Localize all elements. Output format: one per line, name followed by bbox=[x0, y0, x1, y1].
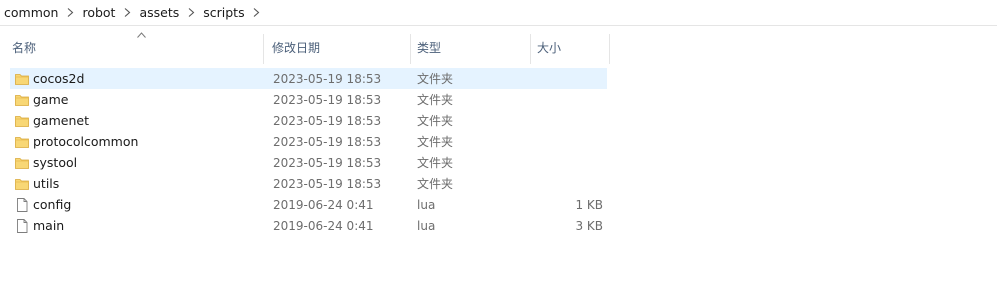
file-size bbox=[523, 131, 603, 152]
folder-icon bbox=[14, 134, 30, 150]
file-name-cell[interactable]: main bbox=[14, 215, 64, 236]
file-row[interactable]: cocos2d 2023-05-19 18:53 文件夹 bbox=[10, 68, 607, 89]
file-name-cell[interactable]: gamenet bbox=[14, 110, 89, 131]
file-date: 2023-05-19 18:53 bbox=[273, 176, 382, 191]
folder-icon bbox=[14, 92, 30, 108]
file-row[interactable]: utils 2023-05-19 18:53 文件夹 bbox=[10, 173, 607, 194]
breadcrumb-item-robot[interactable]: robot bbox=[82, 5, 139, 20]
column-header-label: 修改日期 bbox=[272, 40, 321, 55]
file-size bbox=[523, 89, 603, 110]
file-name: main bbox=[33, 218, 65, 233]
column-header-label: 类型 bbox=[417, 40, 442, 55]
file-size: 3 KB bbox=[575, 218, 603, 233]
column-header-row: 名称 修改日期 类型 大小 bbox=[0, 30, 997, 64]
file-row[interactable]: systool 2023-05-19 18:53 文件夹 bbox=[10, 152, 607, 173]
file-row[interactable]: protocolcommon 2023-05-19 18:53 文件夹 bbox=[10, 131, 607, 152]
file-row[interactable]: gamenet 2023-05-19 18:53 文件夹 bbox=[10, 110, 607, 131]
breadcrumb-label[interactable]: robot bbox=[82, 5, 115, 20]
file-size: 1 KB bbox=[575, 197, 603, 212]
column-header-label: 大小 bbox=[537, 40, 562, 55]
file-name: systool bbox=[33, 155, 78, 170]
file-date: 2023-05-19 18:53 bbox=[273, 71, 382, 86]
file-name: config bbox=[33, 197, 72, 212]
file-date: 2023-05-19 18:53 bbox=[273, 113, 382, 128]
file-name-cell[interactable]: cocos2d bbox=[14, 68, 84, 89]
file-name-cell[interactable]: systool bbox=[14, 152, 77, 173]
folder-icon bbox=[14, 71, 30, 87]
breadcrumb-item-common[interactable]: common bbox=[4, 5, 82, 20]
file-date: 2023-05-19 18:53 bbox=[273, 134, 382, 149]
file-type: 文件夹 bbox=[417, 72, 454, 86]
column-header-date[interactable]: 修改日期 bbox=[266, 30, 411, 64]
file-name: protocolcommon bbox=[33, 134, 139, 149]
file-size bbox=[523, 68, 603, 89]
chevron-right-icon[interactable] bbox=[58, 8, 82, 17]
file-size bbox=[523, 173, 603, 194]
file-name: cocos2d bbox=[33, 71, 85, 86]
file-name-cell[interactable]: game bbox=[14, 89, 68, 110]
file-name: gamenet bbox=[33, 113, 89, 128]
file-name-cell[interactable]: protocolcommon bbox=[14, 131, 138, 152]
file-size bbox=[523, 152, 603, 173]
file-icon bbox=[14, 197, 30, 213]
file-type: lua bbox=[417, 197, 436, 212]
file-date: 2023-05-19 18:53 bbox=[273, 92, 382, 107]
file-row[interactable]: game 2023-05-19 18:53 文件夹 bbox=[10, 89, 607, 110]
file-row[interactable]: main 2019-06-24 0:41 lua 3 KB bbox=[10, 215, 607, 236]
file-name-cell[interactable]: config bbox=[14, 194, 71, 215]
file-date: 2019-06-24 0:41 bbox=[273, 197, 374, 212]
folder-icon bbox=[14, 176, 30, 192]
file-type: 文件夹 bbox=[417, 156, 454, 170]
sort-ascending-icon bbox=[137, 32, 146, 38]
breadcrumb-label[interactable]: common bbox=[4, 5, 58, 20]
folder-icon bbox=[14, 155, 30, 171]
folder-icon bbox=[14, 113, 30, 129]
column-header-size[interactable]: 大小 bbox=[531, 30, 610, 64]
file-name: game bbox=[33, 92, 69, 107]
file-date: 2019-06-24 0:41 bbox=[273, 218, 374, 233]
breadcrumb-item-scripts[interactable]: scripts bbox=[203, 5, 268, 20]
column-header-label: 名称 bbox=[12, 40, 37, 55]
file-name: utils bbox=[33, 176, 60, 191]
file-date: 2023-05-19 18:53 bbox=[273, 155, 382, 170]
file-type: 文件夹 bbox=[417, 93, 454, 107]
chevron-right-icon[interactable] bbox=[179, 8, 203, 17]
breadcrumb-label[interactable]: scripts bbox=[203, 5, 244, 20]
breadcrumb: common robot assets scripts bbox=[0, 0, 997, 26]
file-row[interactable]: config 2019-06-24 0:41 lua 1 KB bbox=[10, 194, 607, 215]
file-name-cell[interactable]: utils bbox=[14, 173, 59, 194]
file-size bbox=[523, 110, 603, 131]
file-type: 文件夹 bbox=[417, 114, 454, 128]
chevron-right-icon[interactable] bbox=[245, 8, 269, 17]
file-type: 文件夹 bbox=[417, 135, 454, 149]
file-type: 文件夹 bbox=[417, 177, 454, 191]
column-header-type[interactable]: 类型 bbox=[411, 30, 531, 64]
breadcrumb-label[interactable]: assets bbox=[139, 5, 179, 20]
breadcrumb-item-assets[interactable]: assets bbox=[139, 5, 203, 20]
column-header-name[interactable]: 名称 bbox=[6, 30, 264, 64]
chevron-right-icon[interactable] bbox=[115, 8, 139, 17]
file-type: lua bbox=[417, 218, 436, 233]
file-icon bbox=[14, 218, 30, 234]
